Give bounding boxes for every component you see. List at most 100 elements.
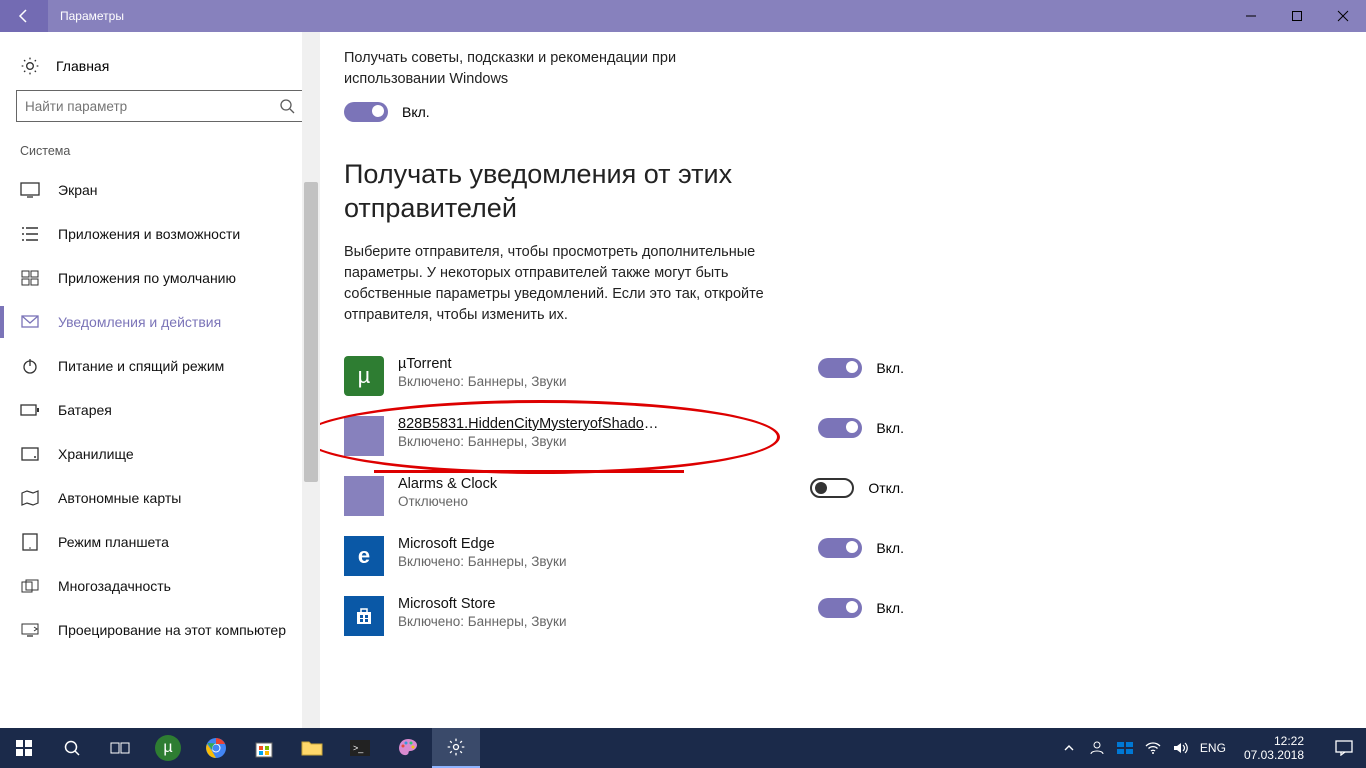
sender-row[interactable]: 828B5831.HiddenCityMysteryofShadows... В… (344, 406, 904, 466)
tray-wifi-icon[interactable] (1144, 739, 1162, 757)
task-view-button[interactable] (96, 728, 144, 768)
taskbar-app-explorer[interactable] (288, 728, 336, 768)
sender-toggle[interactable] (810, 478, 854, 498)
sidebar: Главная Система Экран Приложения и возмо… (0, 32, 320, 728)
taskbar-app-chrome[interactable] (192, 728, 240, 768)
tray-language[interactable]: ENG (1200, 741, 1226, 755)
sidebar-item-default-apps[interactable]: Приложения по умолчанию (16, 256, 304, 300)
folder-icon (301, 739, 323, 757)
display-icon (20, 180, 40, 200)
back-button[interactable] (0, 0, 48, 32)
sender-toggle-label: Вкл. (876, 600, 904, 616)
sender-list: µ µTorrent Включено: Баннеры, Звуки Вкл.… (344, 346, 1366, 646)
tray-volume-icon[interactable] (1172, 739, 1190, 757)
sidebar-item-label: Уведомления и действия (58, 314, 221, 330)
sidebar-item-label: Батарея (58, 402, 112, 418)
sender-row[interactable]: Microsoft Store Включено: Баннеры, Звуки… (344, 586, 904, 646)
maximize-button[interactable] (1274, 0, 1320, 32)
sender-toggle[interactable] (818, 358, 862, 378)
sender-toggle[interactable] (818, 598, 862, 618)
taskbar-app-terminal[interactable]: >_ (336, 728, 384, 768)
maximize-icon (1291, 10, 1303, 22)
minimize-button[interactable] (1228, 0, 1274, 32)
taskbar-app-paint[interactable] (384, 728, 432, 768)
sidebar-item-storage[interactable]: Хранилище (16, 432, 304, 476)
sidebar-section-label: Система (16, 144, 304, 168)
sidebar-item-label: Многозадачность (58, 578, 171, 594)
sidebar-item-label: Питание и спящий режим (58, 358, 224, 374)
scrollbar-thumb[interactable] (304, 182, 318, 482)
edge-icon: e (344, 536, 384, 576)
battery-icon (20, 400, 40, 420)
taskbar-app-utorrent[interactable]: µ (144, 728, 192, 768)
system-tray: ENG 12:22 07.03.2018 (1050, 734, 1322, 763)
search-input[interactable] (25, 99, 279, 114)
action-center-button[interactable] (1322, 728, 1366, 768)
sidebar-item-apps-features[interactable]: Приложения и возможности (16, 212, 304, 256)
sender-toggle-label: Вкл. (876, 420, 904, 436)
taskbar-app-settings[interactable] (432, 728, 480, 768)
main-pane: Получать советы, подсказки и рекомендаци… (320, 32, 1366, 728)
terminal-icon: >_ (349, 739, 371, 757)
gear-icon (20, 56, 40, 76)
sidebar-item-notifications[interactable]: Уведомления и действия (16, 300, 304, 344)
tips-toggle[interactable] (344, 102, 388, 122)
gear-icon (446, 737, 466, 757)
tray-chevron-up-icon[interactable] (1060, 739, 1078, 757)
home-label: Главная (56, 58, 109, 74)
sender-status: Включено: Баннеры, Звуки (398, 614, 804, 629)
minimize-icon (1245, 10, 1257, 22)
sidebar-item-label: Проецирование на этот компьютер (58, 622, 286, 638)
sender-status: Включено: Баннеры, Звуки (398, 434, 804, 449)
sender-row[interactable]: Alarms & Clock Отключено Откл. (344, 466, 904, 526)
tray-input-icon[interactable] (1116, 739, 1134, 757)
senders-description: Выберите отправителя, чтобы просмотреть … (344, 242, 774, 326)
search-button[interactable] (48, 728, 96, 768)
notification-icon (1335, 740, 1353, 756)
sender-name: 828B5831.HiddenCityMysteryofShadows... (398, 416, 668, 432)
sidebar-item-label: Автономные карты (58, 490, 181, 506)
tray-people-icon[interactable] (1088, 739, 1106, 757)
power-icon (20, 356, 40, 376)
utorrent-icon: µ (155, 735, 181, 761)
sender-row[interactable]: e Microsoft Edge Включено: Баннеры, Звук… (344, 526, 904, 586)
sidebar-item-label: Хранилище (58, 446, 134, 462)
task-view-icon (110, 740, 130, 756)
search-icon (63, 739, 81, 757)
sender-row[interactable]: µ µTorrent Включено: Баннеры, Звуки Вкл. (344, 346, 904, 406)
close-button[interactable] (1320, 0, 1366, 32)
chrome-icon (204, 736, 228, 760)
sidebar-item-display[interactable]: Экран (16, 168, 304, 212)
arrow-left-icon (16, 8, 32, 24)
sender-status: Отключено (398, 494, 796, 509)
sender-toggle[interactable] (818, 418, 862, 438)
tray-time: 12:22 (1244, 734, 1304, 748)
project-icon (20, 620, 40, 640)
search-box[interactable] (16, 90, 304, 122)
sidebar-item-offline-maps[interactable]: Автономные карты (16, 476, 304, 520)
sender-status: Включено: Баннеры, Звуки (398, 374, 804, 389)
tray-clock[interactable]: 12:22 07.03.2018 (1236, 734, 1312, 763)
palette-icon (397, 737, 419, 759)
storage-icon (20, 444, 40, 464)
taskbar: µ >_ ENG 12:22 07.03.2018 (0, 728, 1366, 768)
list-icon (20, 224, 40, 244)
sender-name: Alarms & Clock (398, 476, 668, 492)
close-icon (1337, 10, 1349, 22)
start-button[interactable] (0, 728, 48, 768)
sender-toggle-label: Вкл. (876, 540, 904, 556)
sidebar-item-power[interactable]: Питание и спящий режим (16, 344, 304, 388)
sidebar-item-battery[interactable]: Батарея (16, 388, 304, 432)
sidebar-item-multitasking[interactable]: Многозадачность (16, 564, 304, 608)
sidebar-item-tablet-mode[interactable]: Режим планшета (16, 520, 304, 564)
sidebar-item-projecting[interactable]: Проецирование на этот компьютер (16, 608, 304, 652)
multitask-icon (20, 576, 40, 596)
home-button[interactable]: Главная (16, 46, 304, 90)
svg-text:>_: >_ (353, 743, 364, 753)
sidebar-item-label: Режим планшета (58, 534, 169, 550)
taskbar-app-store[interactable] (240, 728, 288, 768)
app-icon (344, 416, 384, 456)
sidebar-scrollbar[interactable] (302, 32, 320, 728)
default-apps-icon (20, 268, 40, 288)
sender-toggle[interactable] (818, 538, 862, 558)
